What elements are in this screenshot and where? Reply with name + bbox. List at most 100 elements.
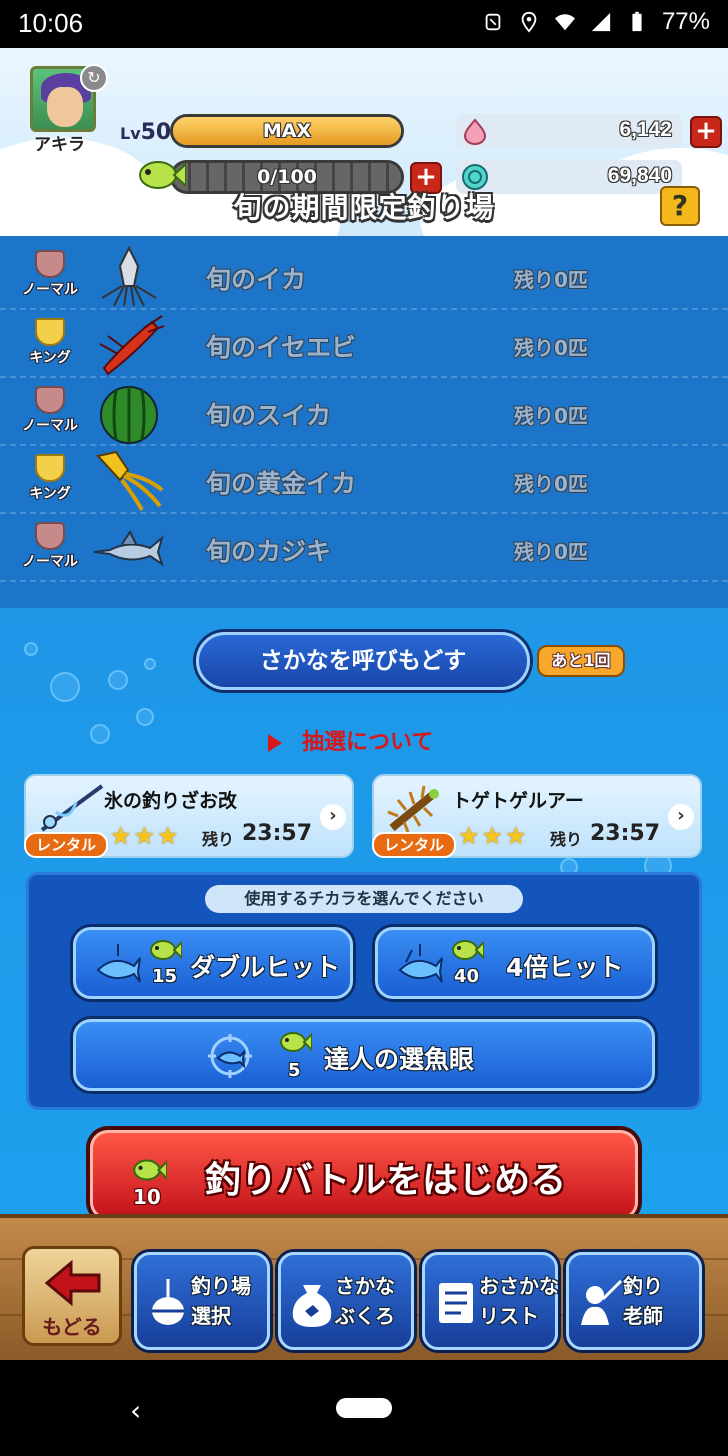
- fish-remaining: 残り0匹: [514, 540, 588, 564]
- fish-name: 旬のイセエビ: [206, 333, 357, 362]
- lottery-info-link[interactable]: 抽選について: [268, 724, 433, 756]
- gem-icon: [463, 118, 487, 145]
- rental-lure-card[interactable]: トゲトゲルアー レンタル ★★★ 残り 23:57 ›: [372, 774, 702, 858]
- status-bar: 10:06 77%: [0, 0, 728, 48]
- list-icon: [439, 1283, 473, 1323]
- recall-remaining-badge: あと1回: [537, 645, 625, 677]
- add-gems-button[interactable]: +: [690, 116, 722, 148]
- nav-label: さかな ぶくろ: [335, 1274, 395, 1328]
- spiky-lure-icon: [387, 785, 439, 833]
- nfc-icon: [485, 13, 501, 31]
- fish-remaining: 残り0匹: [514, 268, 588, 292]
- nav-label: おさかな リスト: [479, 1274, 559, 1328]
- teacher-icon: [581, 1279, 623, 1325]
- back-button[interactable]: もどる: [22, 1246, 122, 1346]
- location-icon: [521, 11, 537, 33]
- chevron-right-icon[interactable]: ›: [320, 804, 346, 830]
- back-label: もどる: [42, 1315, 102, 1339]
- bubble-decoration: [136, 708, 154, 726]
- rental-rod-card[interactable]: 氷の釣りざお改 レンタル ★★★ 残り 23:57 ›: [24, 774, 354, 858]
- quad-hit-button[interactable]: 40 4倍ヒット: [375, 927, 655, 999]
- system-nav-bar: ‹: [0, 1360, 728, 1456]
- fish-remaining: 残り0匹: [514, 472, 588, 496]
- target-fish-icon: [208, 1034, 252, 1078]
- bubble-decoration: [50, 672, 80, 702]
- nav-label: 釣り 老師: [623, 1274, 663, 1328]
- avatar-face: [47, 87, 83, 127]
- power-select-panel: 使用するチカラを選んでください 15 ダブルヒット 40 4倍ヒット 5 達人の…: [26, 872, 702, 1110]
- bubble-decoration: [144, 658, 156, 670]
- fish-name: 旬の黄金イカ: [206, 469, 357, 498]
- level-display: Lv50: [120, 120, 171, 145]
- bubble-decoration: [108, 670, 128, 690]
- master-eye-button[interactable]: 5 達人の選魚眼: [73, 1019, 655, 1091]
- fish-name: 旬のイカ: [206, 265, 307, 294]
- system-home-pill[interactable]: [336, 1398, 392, 1418]
- rating-stars: ★★★: [458, 822, 529, 850]
- system-back-icon[interactable]: ‹: [130, 1394, 141, 1427]
- rank-badge: ノーマル: [18, 386, 82, 435]
- rank-king-icon: [35, 454, 65, 482]
- level-value: 50: [140, 120, 172, 145]
- chevron-right-icon[interactable]: ›: [668, 804, 694, 830]
- nav-teacher[interactable]: 釣り 老師: [566, 1252, 702, 1350]
- start-battle-label: 釣りバトルをはじめる: [205, 1160, 567, 1201]
- fishing-float-icon: [152, 1279, 184, 1325]
- rental-time: 23:57: [242, 821, 313, 846]
- play-triangle-icon: [268, 734, 282, 752]
- rental-left-label: 残り: [550, 830, 583, 849]
- quad-hit-cost: 40: [454, 966, 480, 987]
- golden-squid-icon: [96, 450, 164, 511]
- player-name: アキラ: [34, 135, 85, 155]
- rental-time: 23:57: [590, 821, 661, 846]
- sync-icon[interactable]: ↻: [80, 64, 108, 92]
- cost-fish-icon: [133, 1159, 167, 1181]
- level-prefix: Lv: [120, 124, 141, 143]
- double-hit-button[interactable]: 15 ダブルヒット: [73, 927, 353, 999]
- rank-normal-icon: [35, 386, 65, 414]
- nav-fish-bag[interactable]: さかな ぶくろ: [278, 1252, 414, 1350]
- quad-hit-label: 4倍ヒット: [506, 953, 624, 982]
- battery-percent: 77%: [661, 8, 710, 35]
- cost-fish-icon: [452, 940, 484, 960]
- rental-left-label: 残り: [202, 830, 235, 849]
- double-hit-cost: 15: [152, 966, 178, 987]
- power-hint: 使用するチカラを選んでください: [205, 885, 523, 913]
- rental-tag: レンタル: [24, 832, 108, 858]
- bubble-decoration: [24, 642, 38, 656]
- squid-icon: [101, 246, 157, 307]
- double-hit-label: ダブルヒット: [190, 953, 341, 982]
- list-item[interactable]: ノーマル 旬のカジキ 残り0匹: [0, 514, 728, 582]
- fish-list: ノーマル 旬のイカ 残り0匹 キング 旬のイセエビ 残り0匹 ノーマル 旬のスイ…: [0, 236, 728, 608]
- rental-name: トゲトゲルアー: [452, 790, 584, 812]
- list-item[interactable]: ノーマル 旬のイカ 残り0匹: [0, 242, 728, 310]
- fish-name: 旬のカジキ: [206, 537, 332, 566]
- nav-fish-list[interactable]: おさかな リスト: [422, 1252, 559, 1350]
- battery-icon: [632, 11, 642, 32]
- exp-bar: MAX: [170, 114, 404, 148]
- rental-tag: レンタル: [372, 832, 456, 858]
- lottery-info-label: 抽選について: [302, 730, 434, 755]
- start-battle-cost: 10: [133, 1185, 161, 1209]
- lobster-icon: [99, 315, 164, 376]
- nav-fishing-spot[interactable]: 釣り場 選択: [134, 1252, 270, 1350]
- rank-badge: ノーマル: [18, 250, 82, 299]
- bag-icon: [292, 1285, 332, 1327]
- help-button[interactable]: ?: [660, 186, 700, 226]
- rank-badge: ノーマル: [18, 522, 82, 571]
- page-title: 旬の期間限定釣り場: [233, 191, 495, 224]
- cost-fish-icon: [280, 1032, 312, 1052]
- list-item[interactable]: キング 旬のイセエビ 残り0匹: [0, 310, 728, 378]
- exp-label: MAX: [262, 120, 312, 142]
- list-item[interactable]: キング 旬の黄金イカ 残り0匹: [0, 446, 728, 514]
- nav-label: 釣り場 選択: [191, 1274, 251, 1328]
- game-screen: ↻ アキラ Lv50 MAX 0/100 + 6,142 + 69,840 旬の…: [0, 48, 728, 1360]
- start-battle-button[interactable]: 10 釣りバトルをはじめる: [90, 1130, 638, 1220]
- list-item[interactable]: ノーマル 旬のスイカ 残り0匹: [0, 378, 728, 446]
- recall-fish-button[interactable]: さかなを呼びもどす: [196, 632, 530, 690]
- signal-icon: [591, 12, 611, 32]
- header: ↻ アキラ Lv50 MAX 0/100 + 6,142 + 69,840 旬の…: [0, 48, 728, 278]
- cost-fish-icon: [150, 940, 182, 960]
- rental-name: 氷の釣りざお改: [104, 790, 238, 812]
- rank-badge: キング: [18, 454, 82, 503]
